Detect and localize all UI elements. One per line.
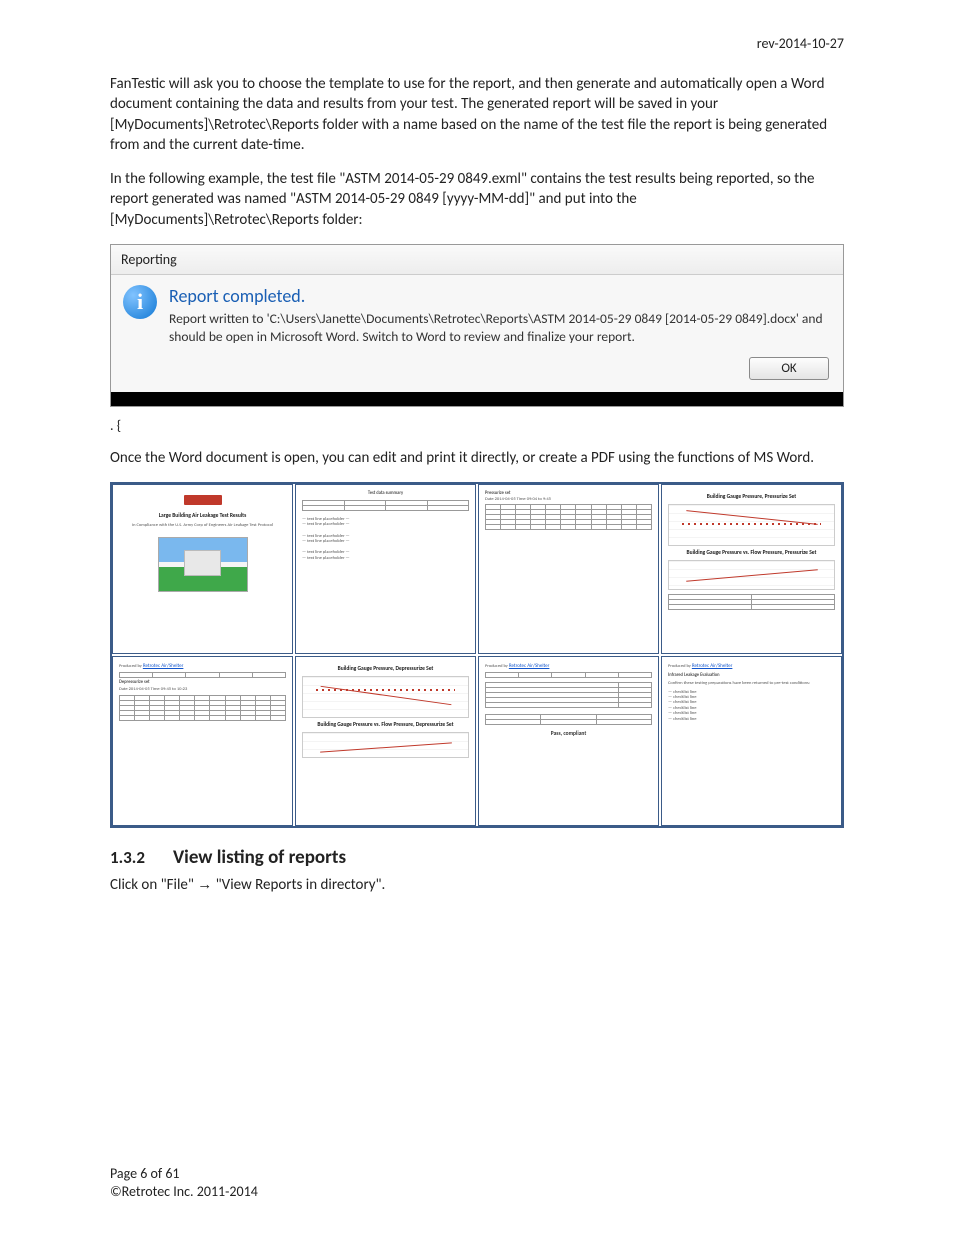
thumb-pressurize-data: Pressurize set Date 2014-04-05 Time 09:0… — [478, 484, 659, 654]
dialog-heading: Report completed. — [169, 285, 831, 308]
footer-page: Page 6 of 61 — [110, 1165, 258, 1183]
section-title: View listing of reports — [173, 846, 346, 869]
report-thumbnails: Large Building Air Leakage Test Results … — [110, 482, 844, 828]
result-hdr-table — [485, 672, 652, 678]
pass-label: Pass, compliant — [485, 731, 652, 737]
cover-photo — [158, 537, 248, 592]
ok-button[interactable]: OK — [749, 357, 829, 380]
thumb8-heading: Infrared Leakage Evaluation — [668, 673, 835, 678]
thumb-summary-heading: Test data summary — [302, 491, 469, 496]
thumb8-sub: Confirm these testing preparations have … — [668, 681, 835, 686]
thumb5-heading: Depressurize set — [119, 680, 286, 685]
thumb-pressurize-charts: Building Gauge Pressure, Pressurize Set … — [661, 484, 842, 654]
footer-copyright: ©Retrotec Inc. 2011-2014 — [110, 1183, 258, 1201]
thumb5-link: Retrotec Air/Shelter — [143, 663, 184, 669]
stray-text: . { — [110, 417, 844, 434]
para-example: In the following example, the test file … — [110, 169, 844, 230]
depress-table — [119, 695, 286, 721]
thumb7-link: Retrotec Air/Shelter — [509, 663, 550, 669]
para-after-dialog: Once the Word document is open, you can … — [110, 448, 844, 468]
chart-depress-1 — [302, 676, 469, 718]
chart-press-1 — [668, 504, 835, 546]
arrow-icon: → — [197, 876, 212, 893]
thumb-cover: Large Building Air Leakage Test Results … — [112, 484, 293, 654]
chart-press-2 — [668, 560, 835, 590]
result-bottom — [485, 714, 652, 725]
thumb4-h1: Building Gauge Pressure, Pressurize Set — [668, 494, 835, 500]
page-footer: Page 6 of 61 ©Retrotec Inc. 2011-2014 — [110, 1165, 258, 1201]
thumb4-h2: Building Gauge Pressure vs. Flow Pressur… — [668, 550, 835, 556]
section-instruction: Click on "File" → "View Reports in direc… — [110, 875, 844, 895]
thumb6-h2: Building Gauge Pressure vs. Flow Pressur… — [302, 722, 469, 728]
thumb-result: Produced by Retrotec Air/Shelter Pass, c… — [478, 656, 659, 826]
para-intro: FanTestic will ask you to choose the tem… — [110, 74, 844, 155]
result-checks — [485, 682, 652, 708]
section-heading: 1.3.2 View listing of reports — [110, 846, 844, 869]
depress-hdr-table — [119, 672, 286, 678]
thumb-cover-sub: In Compliance with the U.S. Army Corp of… — [119, 523, 286, 528]
thumb-summary: Test data summary — text line placeholde… — [295, 484, 476, 654]
thumb-ir: Produced by Retrotec Air/Shelter Infrare… — [661, 656, 842, 826]
dialog-bottom-bar — [111, 392, 843, 406]
thumb-depress-charts: Building Gauge Pressure, Depressurize Se… — [295, 656, 476, 826]
revision-label: rev-2014-10-27 — [110, 35, 844, 52]
reporting-dialog: Reporting i Report completed. Report wri… — [110, 244, 844, 407]
thumb-depress-data: Produced by Retrotec Air/Shelter Depress… — [112, 656, 293, 826]
instr-pre: Click on "File" — [110, 876, 197, 894]
instr-post: "View Reports in directory". — [212, 876, 385, 894]
info-icon: i — [123, 285, 157, 319]
press-table — [485, 504, 652, 530]
dialog-body-text: Report written to 'C:\Users\Janette\Docu… — [169, 310, 831, 345]
dialog-title: Reporting — [111, 245, 843, 275]
thumb6-h1: Building Gauge Pressure, Depressurize Se… — [302, 666, 469, 672]
param-table — [668, 594, 835, 610]
retrotec-logo — [184, 495, 222, 505]
section-number: 1.3.2 — [110, 847, 145, 868]
summary-table — [302, 500, 469, 511]
thumb8-link: Retrotec Air/Shelter — [692, 663, 733, 669]
chart-depress-2 — [302, 732, 469, 758]
thumb-cover-title: Large Building Air Leakage Test Results — [119, 513, 286, 519]
